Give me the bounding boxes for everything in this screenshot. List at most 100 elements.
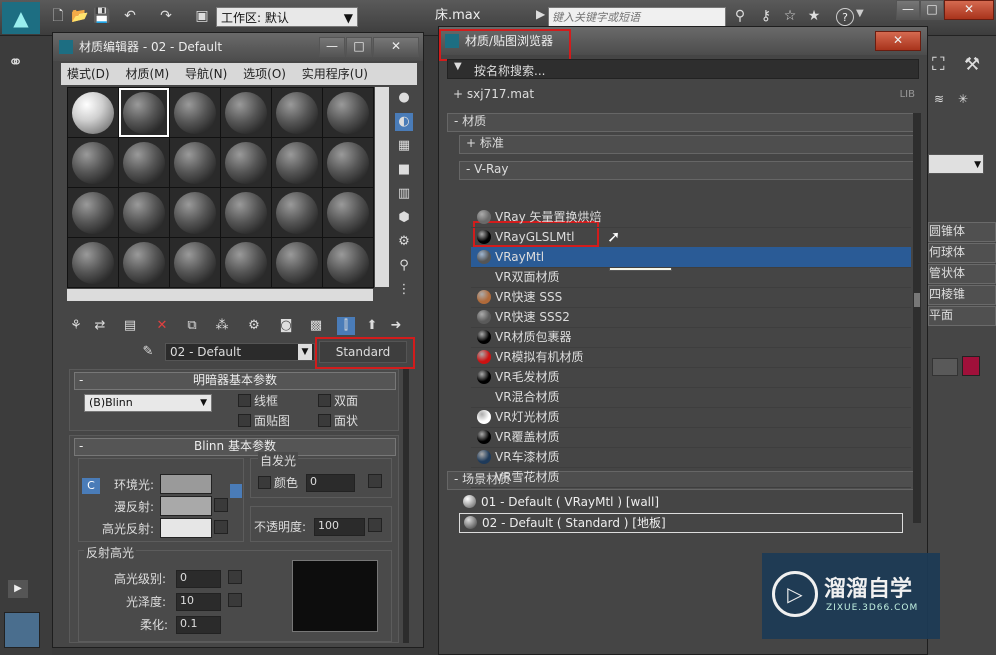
sample-slot[interactable]	[68, 138, 118, 187]
library-group[interactable]: + sxj717.mat LIB	[447, 87, 919, 104]
menu-mode[interactable]: 模式(D)	[61, 67, 116, 81]
sample-slot[interactable]	[323, 88, 373, 137]
self-illum-color-checkbox[interactable]	[258, 476, 271, 489]
vray-material-item[interactable]: VR雪花材质	[471, 467, 911, 488]
vray-material-item[interactable]: VR覆盖材质	[471, 427, 911, 448]
app-logo-icon[interactable]: ▲	[2, 2, 40, 34]
expand-arrow-icon[interactable]: ▶	[536, 7, 548, 27]
put-to-scene-icon[interactable]: ⇄	[91, 317, 109, 335]
sample-slot[interactable]	[323, 188, 373, 237]
utilities-icon[interactable]: ⚒	[964, 54, 990, 78]
sample-slot[interactable]	[221, 138, 271, 187]
cone-button[interactable]: 圆锥体	[928, 222, 996, 242]
favorites-icon[interactable]: ★	[804, 6, 824, 26]
geosphere-button[interactable]: 何球体	[928, 243, 996, 263]
display-icon[interactable]: ⛶	[932, 54, 962, 78]
vray-material-item[interactable]: VR毛发材质	[471, 367, 911, 388]
redo-icon[interactable]: ↷	[156, 6, 176, 26]
make-unique-icon[interactable]: ⁂	[213, 317, 231, 335]
workspace-combo[interactable]: 工作区: 默认 ▼	[216, 7, 358, 27]
show-end-result-icon[interactable]: ⫿	[337, 317, 355, 335]
vray-material-item[interactable]: VR快速 SSS2	[471, 307, 911, 328]
vray-material-item[interactable]: VR材质包裹器	[471, 327, 911, 348]
key-icon[interactable]: ⚷	[756, 6, 776, 26]
video-color-check-icon[interactable]: ▥	[395, 185, 413, 203]
app-minimize-button[interactable]: —	[896, 0, 920, 20]
diffuse-color-swatch[interactable]	[160, 496, 212, 516]
open-file-icon[interactable]: 📂	[70, 6, 90, 26]
sample-slot[interactable]	[323, 238, 373, 287]
mated-minimize-button[interactable]: —	[319, 37, 345, 57]
opacity-map-button[interactable]	[368, 518, 382, 532]
self-illum-value-spinner[interactable]: 0	[306, 474, 355, 492]
specular-map-button[interactable]	[214, 520, 228, 534]
glossiness-map-button[interactable]	[228, 593, 242, 607]
spec-level-spinner[interactable]: 0	[176, 570, 221, 588]
sample-slot[interactable]	[323, 138, 373, 187]
sample-slot[interactable]	[272, 88, 322, 137]
star-icon[interactable]: ☆	[780, 6, 800, 26]
make-preview-icon[interactable]: ⬢	[395, 209, 413, 227]
vray-material-item[interactable]: VR双面材质	[471, 267, 911, 288]
lock-icon[interactable]: C	[82, 478, 100, 494]
slot-vscrollbar[interactable]	[375, 87, 389, 287]
put-to-library-icon[interactable]: ⚙	[245, 317, 263, 335]
rollout-header[interactable]: - Blinn 基本参数	[74, 438, 396, 456]
mated-maximize-button[interactable]: □	[346, 37, 372, 57]
backlight-icon[interactable]: ◐	[395, 113, 413, 131]
sample-slot[interactable]	[272, 188, 322, 237]
search-input[interactable]	[548, 7, 726, 27]
sample-slot[interactable]	[272, 138, 322, 187]
new-file-icon[interactable]: 🗋	[48, 6, 68, 26]
pyramid-button[interactable]: 四棱锥	[928, 285, 996, 305]
sample-slot[interactable]	[170, 138, 220, 187]
menu-options[interactable]: 选项(O)	[237, 67, 292, 81]
sample-slot[interactable]	[170, 188, 220, 237]
menu-utilities[interactable]: 实用程序(U)	[296, 67, 374, 81]
name-field[interactable]	[932, 358, 958, 376]
slot-hscrollbar[interactable]	[67, 289, 373, 301]
tube-button[interactable]: 管状体	[928, 264, 996, 284]
vray-material-item[interactable]: VRayGLSLMtl	[471, 227, 911, 248]
wireframe-checkbox[interactable]	[238, 394, 251, 407]
browser-close-button[interactable]: ✕	[875, 31, 921, 51]
go-to-parent-icon[interactable]: ⬆	[363, 317, 381, 335]
sample-slot[interactable]	[221, 188, 271, 237]
face-map-checkbox[interactable]	[238, 414, 251, 427]
menu-navigation[interactable]: 导航(N)	[179, 67, 233, 81]
sample-slot[interactable]	[272, 238, 322, 287]
opacity-spinner[interactable]: 100	[314, 518, 365, 536]
specular-color-swatch[interactable]	[160, 518, 212, 538]
spec-level-map-button[interactable]	[228, 570, 242, 584]
play-icon[interactable]: ▶	[8, 580, 28, 598]
glossiness-spinner[interactable]: 10	[176, 593, 221, 611]
browser-vscrollbar[interactable]	[913, 113, 921, 523]
viewport-layout-icon[interactable]	[4, 612, 40, 648]
sample-slot[interactable]	[221, 88, 271, 137]
undo-icon[interactable]: ↶	[120, 6, 140, 26]
sample-type-icon[interactable]: ●	[395, 89, 413, 107]
vray-material-item[interactable]: VR快速 SSS	[471, 287, 911, 308]
sample-slot[interactable]	[170, 88, 220, 137]
sample-slot[interactable]	[119, 238, 169, 287]
assign-to-selection-icon[interactable]: ▤	[121, 317, 139, 335]
mated-close-button[interactable]: ✕	[373, 37, 419, 57]
vray-material-item[interactable]: VRay 矢量置换烘焙	[471, 207, 911, 228]
binoculars-icon[interactable]: ⚲	[730, 6, 750, 26]
material-id-channel-icon[interactable]: ◙	[277, 317, 295, 335]
material-name-field[interactable]: 02 - Default ▼	[165, 343, 315, 361]
sample-slot-selected[interactable]	[119, 88, 169, 137]
two-sided-checkbox[interactable]	[318, 394, 331, 407]
go-forward-sibling-icon[interactable]: ➜	[387, 317, 405, 335]
light-icon[interactable]: ✳	[958, 92, 974, 112]
save-icon[interactable]: 💾	[92, 6, 112, 26]
ambient-color-swatch[interactable]	[160, 474, 212, 494]
options-icon[interactable]: ⚙	[395, 233, 413, 251]
rollout-header[interactable]: - 明暗器基本参数	[74, 372, 396, 390]
lock-diffuse-icon[interactable]	[230, 484, 242, 498]
menu-material[interactable]: 材质(M)	[119, 67, 175, 81]
reset-map-icon[interactable]: ✕	[153, 317, 171, 335]
wave-icon[interactable]: ≋	[934, 92, 950, 112]
vray-category[interactable]: - V-Ray	[459, 161, 917, 180]
sample-slot[interactable]	[221, 238, 271, 287]
